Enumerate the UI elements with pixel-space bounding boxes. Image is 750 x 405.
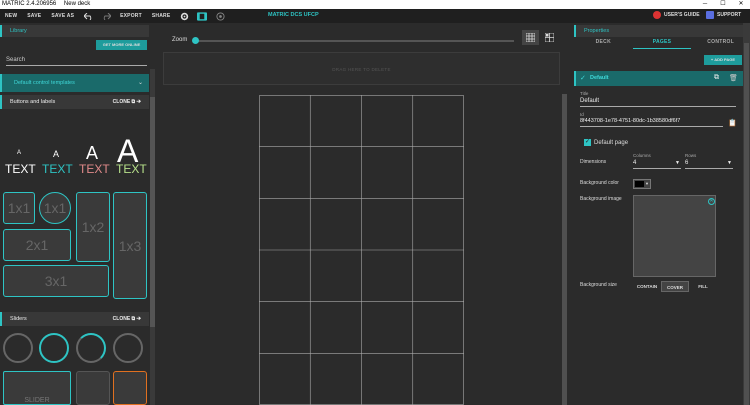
text-template-cyan[interactable]: TEXT xyxy=(42,162,73,176)
undo-icon[interactable] xyxy=(83,11,93,21)
button-template-2x1[interactable]: 2x1 xyxy=(3,229,71,261)
share-button[interactable]: SHARE xyxy=(147,13,176,19)
export-button[interactable]: EXPORT xyxy=(115,13,147,19)
background-size-group: CONTAIN COVER FILL xyxy=(633,281,717,292)
buttons-labels-header: Buttons and labels CLONE ⧉ ➔ xyxy=(0,95,149,109)
toolbar: NEW SAVE SAVE AS EXPORT SHARE xyxy=(0,9,750,23)
minimize-button[interactable]: ─ xyxy=(696,0,714,9)
properties-scrollbar[interactable] xyxy=(743,23,750,405)
get-more-online-button[interactable]: GET MORE ONLINE xyxy=(96,40,147,50)
support-icon xyxy=(706,11,714,19)
clone-sliders-button[interactable]: CLONE ⧉ ➔ xyxy=(113,312,141,326)
copy-icon[interactable]: ⧉ xyxy=(714,74,719,82)
button-template-1x2[interactable]: 1x2 xyxy=(76,192,110,262)
sliders-header: Sliders CLONE ⧉ ➔ xyxy=(0,312,149,326)
properties-title: Properties xyxy=(574,25,750,37)
columns-label: Columns xyxy=(633,153,651,158)
background-color-label: Background color xyxy=(580,180,619,186)
maximize-button[interactable]: ☐ xyxy=(714,0,732,9)
deck-name: New deck xyxy=(63,1,91,7)
guide-icon xyxy=(653,11,661,19)
support-link[interactable]: SUPPORT xyxy=(706,11,741,19)
library-panel: Library GET MORE ONLINE Search Default c… xyxy=(0,23,156,405)
search-input[interactable]: Search xyxy=(6,56,147,66)
redo-icon[interactable] xyxy=(101,11,111,21)
label-template-m[interactable]: A xyxy=(86,143,98,164)
size-cover-button[interactable]: COVER xyxy=(661,281,689,292)
library-scrollbar[interactable] xyxy=(150,69,155,405)
library-title: Library xyxy=(0,25,149,37)
button-template-1x1-round[interactable]: 1x1 xyxy=(39,192,71,224)
buttons-labels-title: Buttons and labels xyxy=(10,99,56,105)
button-template-1x1[interactable]: 1x1 xyxy=(3,192,35,224)
id-label: Id xyxy=(580,112,584,117)
zoom-slider-thumb[interactable] xyxy=(192,37,199,44)
properties-tabs: DECK PAGES CONTROL xyxy=(574,37,750,49)
delete-drop-zone[interactable]: DRAG HERE TO DELETE xyxy=(163,52,560,85)
tab-pages[interactable]: PAGES xyxy=(632,37,692,49)
device-icon[interactable] xyxy=(197,11,208,21)
slider-template-vertical[interactable] xyxy=(76,371,110,405)
zoom-slider[interactable] xyxy=(194,40,514,42)
page-item-default[interactable]: ✓ Default ⧉ 🗑 xyxy=(574,71,750,86)
label-template-s[interactable]: A xyxy=(53,149,59,159)
properties-panel: Properties DECK PAGES CONTROL + ADD PAGE… xyxy=(574,23,750,405)
remote-icon[interactable] xyxy=(215,11,225,21)
users-guide-link[interactable]: USER'S GUIDE xyxy=(653,11,700,19)
add-page-button[interactable]: + ADD PAGE xyxy=(704,55,742,65)
clear-image-icon[interactable]: ✕ xyxy=(708,198,715,205)
knob-template-3[interactable] xyxy=(76,333,106,363)
button-template-3x1[interactable]: 3x1 xyxy=(3,265,109,297)
background-size-label: Background size xyxy=(580,282,617,288)
tab-control[interactable]: CONTROL xyxy=(691,37,750,49)
trash-icon[interactable]: 🗑 xyxy=(729,74,738,82)
size-fill-button[interactable]: FILL xyxy=(689,281,717,292)
text-template-red[interactable]: TEXT xyxy=(79,162,110,176)
text-template-white[interactable]: TEXT xyxy=(5,162,36,176)
save-button[interactable]: SAVE xyxy=(22,13,46,19)
default-page-checkbox[interactable]: ✓ xyxy=(584,139,591,146)
canvas-scrollbar[interactable] xyxy=(562,94,567,405)
default-page-label: Default page xyxy=(594,140,629,146)
free-view-icon[interactable] xyxy=(541,30,558,45)
slider-template-horizontal[interactable]: SLIDER xyxy=(3,371,71,405)
size-contain-button[interactable]: CONTAIN xyxy=(633,281,661,292)
title-input[interactable]: Default xyxy=(580,98,736,107)
save-as-button[interactable]: SAVE AS xyxy=(46,13,79,19)
sliders-title: Sliders xyxy=(10,316,27,322)
columns-select[interactable]: 4 ▼ xyxy=(633,160,681,169)
knob-template-1[interactable] xyxy=(3,333,33,363)
new-button[interactable]: NEW xyxy=(0,13,22,19)
chevron-down-icon: ⌄ xyxy=(137,80,143,86)
background-image-drop[interactable]: ✕ xyxy=(633,195,716,277)
label-template-xs[interactable]: A xyxy=(17,150,21,156)
check-icon: ✓ xyxy=(580,75,586,82)
tab-deck[interactable]: DECK xyxy=(574,37,633,49)
button-template-1x3[interactable]: 1x3 xyxy=(113,192,147,299)
knob-template-2[interactable] xyxy=(39,333,69,363)
editor-canvas: Zoom DRAG HERE TO DELETE xyxy=(156,23,567,405)
app-name: MATRIC 2.4.206956 xyxy=(2,1,57,7)
page-grid[interactable] xyxy=(259,95,464,405)
background-color-picker[interactable]: ▼ xyxy=(633,179,651,189)
id-field: 8f443708-1e78-4751-80dc-1b38580df6f7 xyxy=(580,118,723,127)
text-template-green[interactable]: TEXT xyxy=(116,162,147,176)
page-item-name: Default xyxy=(590,75,609,81)
grid-view-icon[interactable] xyxy=(522,30,539,45)
background-image-label: Background image xyxy=(580,196,622,202)
templates-dropdown[interactable]: Default control templates ⌄ xyxy=(0,74,149,92)
dimensions-label: Dimensions xyxy=(580,159,607,165)
rows-label: Rows xyxy=(685,153,697,158)
slider-template-orange[interactable] xyxy=(113,371,147,405)
rows-select[interactable]: 6 ▼ xyxy=(685,160,733,169)
gear-icon[interactable] xyxy=(179,11,189,21)
zoom-label: Zoom xyxy=(172,37,188,43)
window-title-bar: MATRIC 2.4.206956 New deck ─ ☐ ✕ xyxy=(0,0,750,9)
clipboard-icon[interactable]: 📋 xyxy=(728,119,737,127)
app-title: MATRIC DCS UFCP xyxy=(268,12,319,18)
title-label: Title xyxy=(580,91,589,96)
close-button[interactable]: ✕ xyxy=(732,0,750,9)
knob-template-4[interactable] xyxy=(113,333,143,363)
clone-button[interactable]: CLONE ⧉ ➔ xyxy=(113,95,141,109)
